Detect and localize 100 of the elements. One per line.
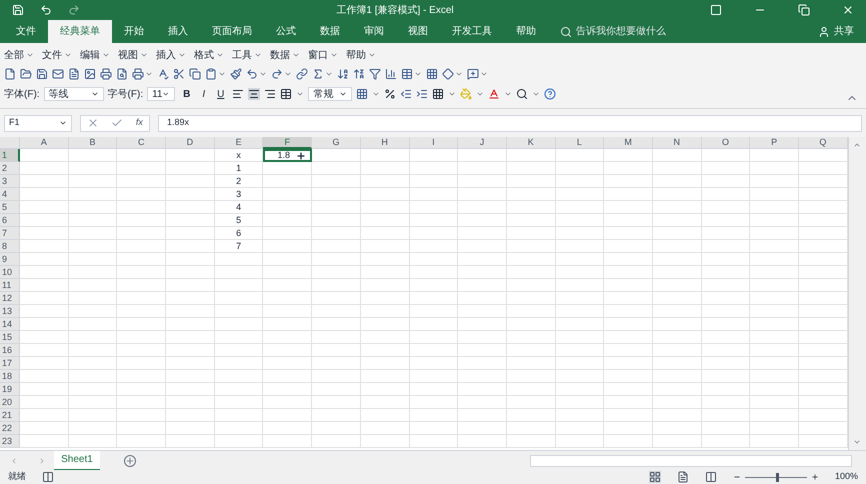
- table-cell[interactable]: [263, 383, 312, 396]
- table-cell[interactable]: [702, 409, 750, 422]
- table-cell[interactable]: [263, 305, 312, 318]
- table-cell[interactable]: [410, 331, 458, 344]
- table-cell[interactable]: [410, 240, 458, 253]
- save-icon[interactable]: [36, 68, 48, 80]
- table-cell[interactable]: [166, 357, 215, 370]
- row-header[interactable]: 19: [0, 383, 20, 396]
- table-cell[interactable]: [410, 253, 458, 266]
- table-cell[interactable]: [360, 409, 410, 422]
- table-cell[interactable]: [166, 227, 215, 240]
- table-cell[interactable]: [166, 422, 215, 435]
- table-cell[interactable]: [312, 383, 361, 396]
- table-cell[interactable]: [117, 409, 166, 422]
- table-cell[interactable]: [360, 292, 410, 305]
- table-cell[interactable]: [360, 344, 410, 357]
- caret-icon[interactable]: [296, 90, 304, 98]
- menu-item[interactable]: 帮助: [346, 48, 376, 62]
- table-cell[interactable]: [263, 318, 312, 331]
- row-header[interactable]: 22: [0, 422, 20, 435]
- column-header[interactable]: D: [166, 137, 215, 149]
- table-cell[interactable]: [556, 318, 604, 331]
- table-cell[interactable]: [312, 344, 361, 357]
- table-cell[interactable]: [312, 331, 361, 344]
- table-cell[interactable]: [360, 227, 410, 240]
- number-format-dropdown[interactable]: 常规: [308, 87, 352, 101]
- table-cell[interactable]: [458, 266, 507, 279]
- table-cell[interactable]: [166, 318, 215, 331]
- table-cell[interactable]: [506, 396, 556, 409]
- table-cell[interactable]: [556, 292, 604, 305]
- table-cell[interactable]: [263, 344, 312, 357]
- table-cell[interactable]: [652, 357, 702, 370]
- table-cell[interactable]: [652, 318, 702, 331]
- ribbon-tab[interactable]: 审阅: [352, 20, 396, 43]
- menu-item[interactable]: 格式: [194, 48, 224, 62]
- select-all-corner[interactable]: [0, 137, 20, 149]
- table-cell[interactable]: [702, 383, 750, 396]
- preview-icon[interactable]: [116, 68, 128, 80]
- caret-icon[interactable]: [532, 90, 540, 98]
- table-cell[interactable]: [556, 188, 604, 201]
- table-cell[interactable]: [312, 266, 361, 279]
- caret-icon[interactable]: [414, 70, 422, 78]
- table-cell[interactable]: [604, 214, 653, 227]
- table-cell[interactable]: [20, 370, 69, 383]
- table-cell[interactable]: [604, 331, 653, 344]
- table-cell[interactable]: [214, 409, 264, 422]
- table-cell[interactable]: [556, 344, 604, 357]
- table-cell[interactable]: [652, 201, 702, 214]
- table-cell[interactable]: [410, 344, 458, 357]
- table-cell[interactable]: [117, 396, 166, 409]
- row-header[interactable]: 20: [0, 396, 20, 409]
- bold-button[interactable]: B: [179, 86, 194, 102]
- table-cell[interactable]: [68, 214, 118, 227]
- table-cell[interactable]: [604, 266, 653, 279]
- table-cell[interactable]: [750, 240, 799, 253]
- table-cell[interactable]: [263, 201, 312, 214]
- row-header[interactable]: 11: [0, 279, 20, 292]
- brush-icon[interactable]: [230, 68, 242, 80]
- ribbon-tab[interactable]: 帮助: [504, 20, 548, 43]
- row-header[interactable]: 18: [0, 370, 20, 383]
- table-cell[interactable]: [20, 175, 69, 188]
- table-cell[interactable]: [652, 266, 702, 279]
- table-cell[interactable]: [166, 188, 215, 201]
- table-cell[interactable]: [20, 149, 69, 162]
- table-cell[interactable]: [506, 318, 556, 331]
- table-cell[interactable]: [117, 422, 166, 435]
- row-header[interactable]: 6: [0, 214, 20, 227]
- ribbon-tab[interactable]: 视图: [396, 20, 440, 43]
- table-cell[interactable]: [556, 201, 604, 214]
- undo-icon[interactable]: [246, 68, 258, 80]
- table-cell[interactable]: [750, 396, 799, 409]
- table-cell[interactable]: [68, 149, 118, 162]
- ribbon-tab[interactable]: 页面布局: [200, 20, 264, 43]
- table-cell[interactable]: [652, 175, 702, 188]
- table-cell[interactable]: [702, 188, 750, 201]
- paste-icon[interactable]: [205, 68, 217, 80]
- table-cell[interactable]: [68, 162, 118, 175]
- table-cell[interactable]: 7: [214, 240, 264, 253]
- table-cell[interactable]: [263, 227, 312, 240]
- table-cell[interactable]: [458, 409, 507, 422]
- table-cell[interactable]: [68, 331, 118, 344]
- table-cell[interactable]: [312, 292, 361, 305]
- table-cell[interactable]: [604, 175, 653, 188]
- table-cell[interactable]: [604, 188, 653, 201]
- table-cell[interactable]: [20, 162, 69, 175]
- table-cell[interactable]: [506, 149, 556, 162]
- table-icon[interactable]: [401, 68, 413, 80]
- document-icon[interactable]: [68, 68, 80, 80]
- caret-icon[interactable]: [145, 70, 153, 78]
- table-cell[interactable]: [556, 409, 604, 422]
- table-cell[interactable]: [214, 422, 264, 435]
- table-cell[interactable]: [20, 279, 69, 292]
- table-cell[interactable]: [117, 266, 166, 279]
- table-cell[interactable]: [263, 279, 312, 292]
- table-cell[interactable]: [410, 409, 458, 422]
- row-header[interactable]: 23: [0, 435, 20, 448]
- table-cell[interactable]: [458, 357, 507, 370]
- table-cell[interactable]: [652, 370, 702, 383]
- table-cell[interactable]: [117, 240, 166, 253]
- table-cell[interactable]: [214, 266, 264, 279]
